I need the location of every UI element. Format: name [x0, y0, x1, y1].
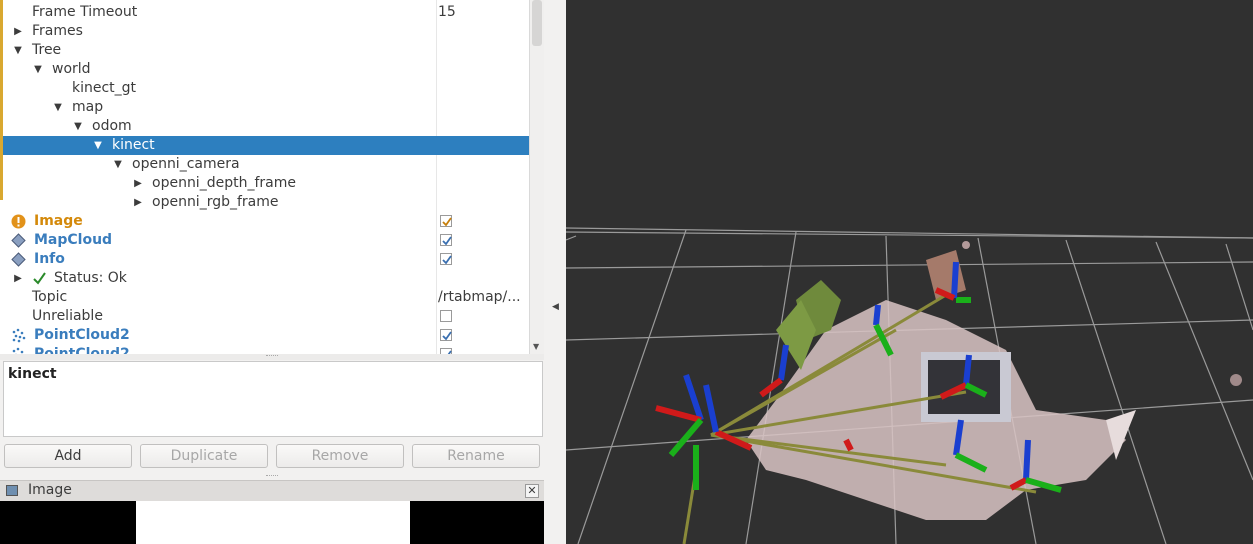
property-label: Tree	[32, 42, 62, 58]
collapse-down-icon[interactable]: ▼	[111, 155, 125, 174]
image-panel-titlebar[interactable]: Image ✕	[0, 480, 544, 501]
property-label: Frames	[32, 23, 83, 39]
display-row-image[interactable]: Image	[3, 212, 529, 231]
warning-icon	[11, 214, 26, 229]
tree-row-openni-depth-frame[interactable]: ▶ openni_depth_frame	[3, 174, 529, 193]
enable-checkbox[interactable]	[440, 329, 452, 341]
frame-label: odom	[92, 118, 132, 134]
remove-button[interactable]: Remove	[276, 444, 404, 468]
collapse-down-icon[interactable]: ▼	[31, 60, 45, 79]
display-row-info[interactable]: Info	[3, 250, 529, 269]
topic-value[interactable]: /rtabmap/...	[438, 288, 521, 307]
collapse-left-arrow-icon[interactable]: ◀	[552, 302, 559, 312]
display-tree: Frame Timeout 15 ▶ Frames ▼ Tree ▼ world…	[0, 0, 544, 354]
expand-right-icon[interactable]: ▶	[11, 22, 25, 41]
splitter-grip	[266, 355, 278, 359]
collapse-down-icon[interactable]: ▼	[91, 136, 105, 155]
scroll-down-arrow-icon[interactable]: ▼	[533, 342, 539, 351]
frame-label: openni_depth_frame	[152, 175, 296, 191]
image-view	[0, 501, 544, 544]
scrollbar-thumb[interactable]	[532, 0, 542, 46]
collapse-down-icon[interactable]: ▼	[11, 41, 25, 60]
display-row-pointcloud2-partial[interactable]: PointCloud2	[3, 345, 529, 354]
pointcloud-icon	[12, 347, 24, 354]
display-name: Image	[34, 213, 83, 229]
3d-viewport[interactable]	[566, 0, 1253, 544]
tree-row-frames[interactable]: ▶ Frames	[3, 22, 529, 41]
frame-label: openni_camera	[132, 156, 240, 172]
3d-scene[interactable]	[566, 0, 1253, 544]
expand-right-icon[interactable]: ▶	[131, 174, 145, 193]
image-panel-title: Image	[28, 482, 72, 498]
display-name: PointCloud2	[34, 327, 130, 343]
display-row-pointcloud2[interactable]: PointCloud2	[3, 326, 529, 345]
frame-label: map	[72, 99, 104, 115]
expand-right-icon[interactable]: ▶	[11, 269, 25, 288]
duplicate-button[interactable]: Duplicate	[140, 444, 268, 468]
tree-row-kinect-selected[interactable]: ▼ kinect	[3, 136, 529, 155]
tree-row-odom[interactable]: ▼ odom	[3, 117, 529, 136]
tree-scrollbar[interactable]: ▼	[529, 0, 544, 354]
display-name: MapCloud	[34, 232, 113, 248]
enable-checkbox[interactable]	[440, 253, 452, 265]
frame-timeout-value[interactable]: 15	[438, 3, 456, 22]
property-row-unreliable[interactable]: Unreliable	[3, 307, 529, 326]
property-row-topic[interactable]: Topic /rtabmap/...	[3, 288, 529, 307]
image-content	[136, 501, 410, 544]
property-label: Unreliable	[32, 308, 103, 324]
property-label: Frame Timeout	[32, 4, 138, 20]
pointcloud-icon	[12, 328, 26, 343]
tree-row-frame-timeout[interactable]: Frame Timeout 15	[3, 3, 529, 22]
enable-checkbox[interactable]	[440, 234, 452, 246]
frame-label: kinect_gt	[72, 80, 137, 96]
property-label: Topic	[32, 289, 68, 305]
frame-label: openni_rgb_frame	[152, 194, 279, 210]
display-diamond-icon	[11, 233, 26, 248]
tree-row-kinect-gt[interactable]: kinect_gt	[3, 79, 529, 98]
collapse-down-icon[interactable]: ▼	[71, 117, 85, 136]
window-icon	[6, 485, 18, 496]
splitter-grip	[266, 475, 278, 479]
tree-row-world[interactable]: ▼ world	[3, 60, 529, 79]
main-splitter[interactable]: ◀	[544, 0, 566, 544]
display-diamond-icon	[11, 252, 26, 267]
status-label: Status: Ok	[54, 270, 127, 286]
frame-label: kinect	[112, 137, 155, 153]
description-box: kinect	[3, 361, 543, 437]
expand-right-icon[interactable]: ▶	[131, 193, 145, 212]
add-button[interactable]: Add	[4, 444, 132, 468]
display-name: Info	[34, 251, 65, 267]
frame-label: world	[52, 61, 91, 77]
display-name: PointCloud2	[34, 346, 130, 354]
unreliable-checkbox[interactable]	[440, 310, 452, 322]
tree-row-map[interactable]: ▼ map	[3, 98, 529, 117]
enable-checkbox[interactable]	[440, 215, 452, 227]
status-row[interactable]: ▶ Status: Ok	[3, 269, 529, 288]
close-icon[interactable]: ✕	[525, 484, 539, 498]
tree-row-tree[interactable]: ▼ Tree	[3, 41, 529, 60]
rename-button[interactable]: Rename	[412, 444, 540, 468]
checkmark-icon	[33, 272, 46, 285]
display-row-mapcloud[interactable]: MapCloud	[3, 231, 529, 250]
displays-panel: Frame Timeout 15 ▶ Frames ▼ Tree ▼ world…	[0, 0, 544, 544]
tree-row-openni-rgb-frame[interactable]: ▶ openni_rgb_frame	[3, 193, 529, 212]
point-cloud	[746, 241, 1242, 520]
tree-row-openni-camera[interactable]: ▼ openni_camera	[3, 155, 529, 174]
panel-splitter[interactable]	[0, 354, 544, 360]
collapse-down-icon[interactable]: ▼	[51, 98, 65, 117]
